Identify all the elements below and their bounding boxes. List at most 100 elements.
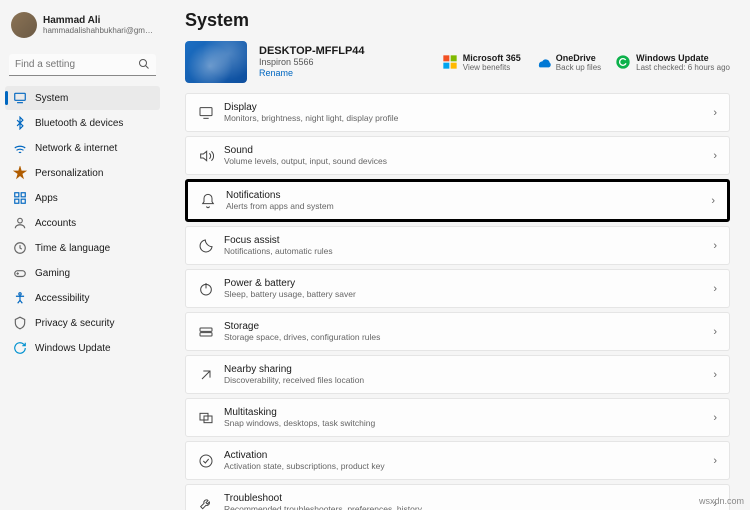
power-icon bbox=[198, 281, 214, 297]
onedrive-tile[interactable]: OneDrive Back up files bbox=[535, 53, 601, 72]
setting-sub: Monitors, brightness, night light, displ… bbox=[224, 113, 703, 123]
nav-label: Personalization bbox=[35, 168, 103, 179]
chevron-right-icon: › bbox=[713, 455, 717, 467]
device-model: Inspiron 5566 bbox=[259, 57, 430, 67]
setting-activation[interactable]: ActivationActivation state, subscription… bbox=[185, 441, 730, 480]
nav-label: Apps bbox=[35, 193, 58, 204]
settings-list: DisplayMonitors, brightness, night light… bbox=[185, 93, 730, 510]
chevron-right-icon: › bbox=[711, 195, 715, 207]
sound-icon bbox=[198, 148, 214, 164]
nav-bluetooth[interactable]: Bluetooth & devices bbox=[5, 111, 160, 135]
rename-link[interactable]: Rename bbox=[259, 68, 293, 78]
setting-storage[interactable]: StorageStorage space, drives, configurat… bbox=[185, 312, 730, 351]
cloud-sub: Back up files bbox=[556, 63, 601, 72]
setting-sub: Recommended troubleshooters, preferences… bbox=[224, 504, 703, 510]
cloud-sub: View benefits bbox=[463, 63, 521, 72]
notifications-icon bbox=[200, 193, 216, 209]
setting-title: Activation bbox=[224, 450, 703, 461]
time-icon bbox=[13, 241, 27, 255]
accounts-icon bbox=[13, 216, 27, 230]
avatar bbox=[11, 12, 37, 38]
nav-personalization[interactable]: Personalization bbox=[5, 161, 160, 185]
setting-sub: Volume levels, output, input, sound devi… bbox=[224, 156, 703, 166]
nav-network[interactable]: Network & internet bbox=[5, 136, 160, 160]
setting-sound[interactable]: SoundVolume levels, output, input, sound… bbox=[185, 136, 730, 175]
nav-label: Network & internet bbox=[35, 143, 117, 154]
search-box[interactable] bbox=[9, 54, 156, 76]
sidebar: Hammad Ali hammadalishahbukhari@gmail.co… bbox=[0, 0, 165, 510]
nav-apps[interactable]: Apps bbox=[5, 186, 160, 210]
activation-icon bbox=[198, 453, 214, 469]
setting-title: Display bbox=[224, 102, 703, 113]
setting-sub: Snap windows, desktops, task switching bbox=[224, 418, 703, 428]
device-name: DESKTOP-MFFLP44 bbox=[259, 45, 430, 57]
setting-focus-assist[interactable]: Focus assistNotifications, automatic rul… bbox=[185, 226, 730, 265]
setting-sub: Notifications, automatic rules bbox=[224, 246, 703, 256]
setting-title: Nearby sharing bbox=[224, 364, 703, 375]
accessibility-icon bbox=[13, 291, 27, 305]
profile-card[interactable]: Hammad Ali hammadalishahbukhari@gmail.co… bbox=[5, 8, 160, 42]
watermark: wsxdn.com bbox=[699, 496, 744, 506]
bluetooth-icon bbox=[13, 116, 27, 130]
nav-label: Time & language bbox=[35, 243, 110, 254]
setting-title: Notifications bbox=[226, 190, 701, 201]
nav-system[interactable]: System bbox=[5, 86, 160, 110]
privacy-icon bbox=[13, 316, 27, 330]
nav-label: Accessibility bbox=[35, 293, 89, 304]
personalization-icon bbox=[13, 166, 27, 180]
setting-multitasking[interactable]: MultitaskingSnap windows, desktops, task… bbox=[185, 398, 730, 437]
setting-sub: Storage space, drives, configuration rul… bbox=[224, 332, 703, 342]
nav-label: Accounts bbox=[35, 218, 76, 229]
setting-display[interactable]: DisplayMonitors, brightness, night light… bbox=[185, 93, 730, 132]
setting-power[interactable]: Power & batterySleep, battery usage, bat… bbox=[185, 269, 730, 308]
nav-label: Windows Update bbox=[35, 343, 111, 354]
storage-icon bbox=[198, 324, 214, 340]
profile-email: hammadalishahbukhari@gmail.com bbox=[43, 26, 154, 35]
setting-sub: Discoverability, received files location bbox=[224, 375, 703, 385]
nav-gaming[interactable]: Gaming bbox=[5, 261, 160, 285]
windows-update-tile[interactable]: Windows Update Last checked: 6 hours ago bbox=[615, 53, 730, 72]
device-wallpaper bbox=[185, 41, 247, 83]
setting-title: Power & battery bbox=[224, 278, 703, 289]
page-title: System bbox=[185, 10, 730, 31]
nav-accounts[interactable]: Accounts bbox=[5, 211, 160, 235]
setting-nearby-sharing[interactable]: Nearby sharingDiscoverability, received … bbox=[185, 355, 730, 394]
nav-update[interactable]: Windows Update bbox=[5, 336, 160, 360]
chevron-right-icon: › bbox=[713, 283, 717, 295]
setting-sub: Alerts from apps and system bbox=[226, 201, 701, 211]
setting-notifications[interactable]: NotificationsAlerts from apps and system… bbox=[185, 179, 730, 222]
chevron-right-icon: › bbox=[713, 107, 717, 119]
system-icon bbox=[13, 91, 27, 105]
nav-accessibility[interactable]: Accessibility bbox=[5, 286, 160, 310]
setting-title: Storage bbox=[224, 321, 703, 332]
nav-label: Gaming bbox=[35, 268, 70, 279]
search-input[interactable] bbox=[9, 54, 156, 76]
microsoft-365-tile[interactable]: Microsoft 365 View benefits bbox=[442, 53, 521, 72]
nav-label: System bbox=[35, 93, 68, 104]
device-header: DESKTOP-MFFLP44 Inspiron 5566 Rename Mic… bbox=[185, 41, 730, 83]
cloud-title: Windows Update bbox=[636, 53, 730, 63]
nav-time[interactable]: Time & language bbox=[5, 236, 160, 260]
chevron-right-icon: › bbox=[713, 326, 717, 338]
nearby-icon bbox=[198, 367, 214, 383]
nav: System Bluetooth & devices Network & int… bbox=[5, 86, 160, 360]
setting-sub: Activation state, subscriptions, product… bbox=[224, 461, 703, 471]
profile-name: Hammad Ali bbox=[43, 15, 154, 26]
display-icon bbox=[198, 105, 214, 121]
multitasking-icon bbox=[198, 410, 214, 426]
apps-icon bbox=[13, 191, 27, 205]
gaming-icon bbox=[13, 266, 27, 280]
setting-troubleshoot[interactable]: TroubleshootRecommended troubleshooters,… bbox=[185, 484, 730, 510]
focus-icon bbox=[198, 238, 214, 254]
windows-update-icon bbox=[615, 54, 631, 70]
main-panel: System DESKTOP-MFFLP44 Inspiron 5566 Ren… bbox=[165, 0, 750, 510]
cloud-title: OneDrive bbox=[556, 53, 601, 63]
setting-title: Troubleshoot bbox=[224, 493, 703, 504]
onedrive-icon bbox=[535, 54, 551, 70]
setting-title: Focus assist bbox=[224, 235, 703, 246]
chevron-right-icon: › bbox=[713, 150, 717, 162]
cloud-sub: Last checked: 6 hours ago bbox=[636, 63, 730, 72]
nav-privacy[interactable]: Privacy & security bbox=[5, 311, 160, 335]
cloud-title: Microsoft 365 bbox=[463, 53, 521, 63]
microsoft-365-icon bbox=[442, 54, 458, 70]
